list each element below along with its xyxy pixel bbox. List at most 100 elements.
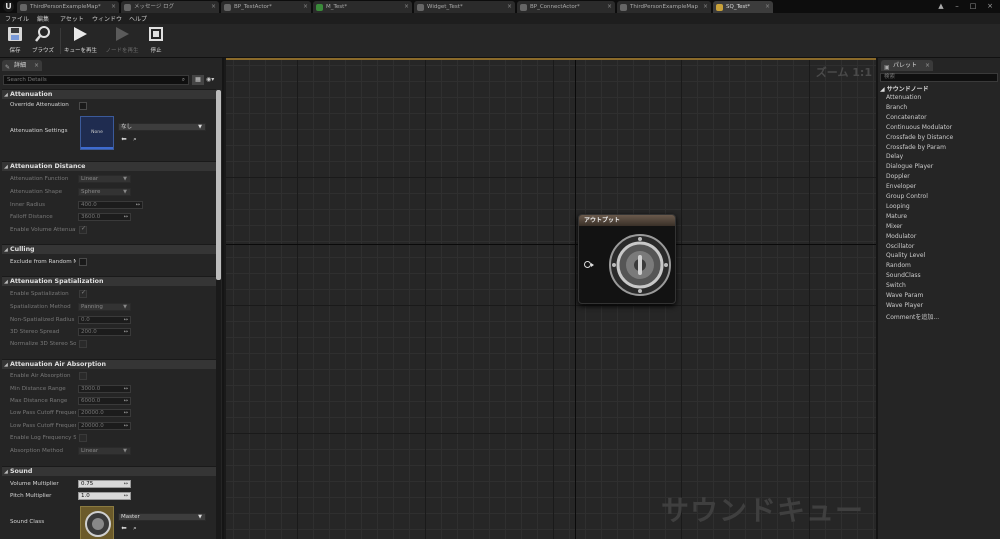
low-pass-cutoff-field[interactable]: 20000.0 ↔ <box>78 409 131 417</box>
palette-item[interactable]: Mixer <box>886 223 902 230</box>
palette-item[interactable]: Looping <box>886 203 910 210</box>
menu-window[interactable]: ウィンドウ <box>92 14 122 23</box>
tab-m-test[interactable]: M_Test* × <box>313 1 412 13</box>
palette-item[interactable]: Random <box>886 262 911 269</box>
palette-item[interactable]: Attenuation <box>886 94 921 101</box>
sound-cue-graph[interactable]: ズーム 1:1 サウンドキュー アウトプット <box>226 58 876 539</box>
tab-widget-test[interactable]: Widget_Test* × <box>414 1 515 13</box>
palette-item[interactable]: Switch <box>886 282 906 289</box>
tab-details[interactable]: ✎ 詳細 × <box>2 60 43 71</box>
attenuation-function-combo[interactable]: Linear ▼ <box>78 175 131 183</box>
tab-bp-testactor[interactable]: BP_TestActor* × <box>221 1 311 13</box>
absorption-method-combo[interactable]: Linear ▼ <box>78 447 131 455</box>
browse-asset-icon[interactable]: ⌕ <box>131 524 139 532</box>
attenuation-asset-combo[interactable]: なし ▼ <box>118 123 206 131</box>
log-frequency-checkbox[interactable] <box>79 434 87 442</box>
palette-item[interactable]: Dialogue Player <box>886 163 933 170</box>
close-icon[interactable]: × <box>507 1 512 13</box>
normalize-stereo-checkbox[interactable] <box>79 340 87 348</box>
palette-item[interactable]: Doppler <box>886 173 910 180</box>
output-node[interactable]: アウトプット <box>578 214 676 304</box>
play-node-button[interactable]: ノードを再生 <box>104 26 140 56</box>
use-selected-icon[interactable]: ⬅ <box>120 135 128 143</box>
section-attenuation-spatialization[interactable]: ◢ Attenuation Spatialization <box>2 276 216 286</box>
palette-item[interactable]: Crossfade by Distance <box>886 134 953 141</box>
tab-thirdperson-map-2[interactable]: ThirdPersonExampleMap × <box>617 1 711 13</box>
tab-sq-test[interactable]: SQ_Test* × <box>713 1 773 13</box>
palette-item[interactable]: Oscillator <box>886 243 914 250</box>
palette-item[interactable]: Group Control <box>886 193 928 200</box>
browse-asset-icon[interactable]: ⌕ <box>131 135 139 143</box>
tab-thirdperson-map[interactable]: ThirdPersonExampleMap* × <box>17 1 119 13</box>
non-spatialized-radius-field[interactable]: 0.0 ↔ <box>78 316 131 324</box>
scrollbar-thumb[interactable] <box>216 90 221 280</box>
section-air-absorption[interactable]: ◢ Attenuation Air Absorption <box>2 359 216 369</box>
menu-help[interactable]: ヘルプ <box>129 14 147 23</box>
inner-radius-field[interactable]: 400.0 ↔ <box>78 201 143 209</box>
play-cue-button[interactable]: キューを再生 <box>64 26 97 56</box>
close-icon[interactable]: × <box>111 1 116 13</box>
enable-volume-attenuation-checkbox[interactable] <box>79 225 87 234</box>
section-attenuation-distance[interactable]: ◢ Attenuation Distance <box>2 161 216 171</box>
minimize-icon[interactable]: – <box>950 0 964 12</box>
close-icon[interactable]: × <box>703 1 708 13</box>
max-distance-range-field[interactable]: 6000.0 ↔ <box>78 397 131 405</box>
palette-item[interactable]: Enveloper <box>886 183 916 190</box>
close-icon[interactable]: × <box>211 1 216 13</box>
palette-search-input[interactable]: 検索 <box>880 73 998 82</box>
close-icon[interactable]: × <box>765 1 770 13</box>
tab-message-log[interactable]: メッセージ ログ × <box>121 1 219 13</box>
menu-asset[interactable]: アセット <box>60 14 84 23</box>
maximize-icon[interactable]: □ <box>966 0 980 12</box>
palette-category-sound-nodes[interactable]: ◢ サウンドノード <box>880 84 929 93</box>
details-search-input[interactable]: Search Details ⌕ <box>3 75 189 85</box>
browse-button[interactable]: ブラウズ <box>30 26 56 56</box>
close-icon[interactable]: × <box>925 60 930 71</box>
attenuation-thumbnail[interactable]: None <box>80 116 114 150</box>
save-button[interactable]: 保存 <box>2 26 28 56</box>
close-icon[interactable]: × <box>34 60 39 71</box>
stop-button[interactable]: 停止 <box>143 26 169 56</box>
section-attenuation[interactable]: ◢ Attenuation <box>2 89 216 99</box>
palette-item[interactable]: Branch <box>886 104 907 111</box>
palette-item[interactable]: Commentを追加... <box>886 312 939 321</box>
palette-item[interactable]: SoundClass <box>886 272 921 279</box>
attenuation-shape-combo[interactable]: Sphere ▼ <box>78 188 131 196</box>
close-icon[interactable]: × <box>303 1 308 13</box>
menu-edit[interactable]: 編集 <box>37 14 49 23</box>
exclude-random-checkbox[interactable] <box>79 258 87 266</box>
sound-class-thumbnail[interactable] <box>80 506 114 539</box>
close-icon[interactable]: × <box>607 1 612 13</box>
menu-file[interactable]: ファイル <box>5 14 29 23</box>
palette-item[interactable]: Delay <box>886 153 903 160</box>
property-matrix-icon[interactable]: ▦ <box>192 75 204 85</box>
tab-palette[interactable]: ▣ パレット × <box>881 60 934 71</box>
close-icon[interactable]: × <box>404 1 409 13</box>
palette-item[interactable]: Quality Level <box>886 252 925 259</box>
palette-item[interactable]: Crossfade by Param <box>886 144 946 151</box>
account-icon[interactable]: ▲ <box>934 0 948 12</box>
pitch-multiplier-field[interactable]: 1.0 ↔ <box>78 492 131 500</box>
palette-item[interactable]: Wave Player <box>886 302 923 309</box>
tab-bp-connectactor[interactable]: BP_ConnectActor* × <box>517 1 615 13</box>
window-close-icon[interactable]: × <box>983 0 997 12</box>
palette-item[interactable]: Wave Param <box>886 292 923 299</box>
min-distance-range-field[interactable]: 3000.0 ↔ <box>78 385 131 393</box>
palette-item[interactable]: Continuous Modulator <box>886 124 952 131</box>
sound-class-combo[interactable]: Master ▼ <box>118 513 206 521</box>
volume-multiplier-field[interactable]: 0.75 ↔ <box>78 480 131 488</box>
section-sound[interactable]: ◢ Sound <box>2 466 216 476</box>
low-pass-cutoff-2-field[interactable]: 20000.0 ↔ <box>78 422 131 430</box>
details-scrollbar[interactable] <box>216 90 221 539</box>
palette-item[interactable]: Concatenator <box>886 114 927 121</box>
spatialization-method-combo[interactable]: Panning ▼ <box>78 303 131 311</box>
override-attenuation-checkbox[interactable] <box>79 102 87 110</box>
enable-spatialization-checkbox[interactable] <box>79 289 87 298</box>
section-culling[interactable]: ◢ Culling <box>2 244 216 254</box>
stereo-spread-field[interactable]: 200.0 ↔ <box>78 328 131 336</box>
use-selected-icon[interactable]: ⬅ <box>120 524 128 532</box>
falloff-distance-field[interactable]: 3600.0 ↔ <box>78 213 131 221</box>
palette-item[interactable]: Mature <box>886 213 907 220</box>
palette-item[interactable]: Modulator <box>886 233 916 240</box>
enable-air-absorption-checkbox[interactable] <box>79 372 87 380</box>
